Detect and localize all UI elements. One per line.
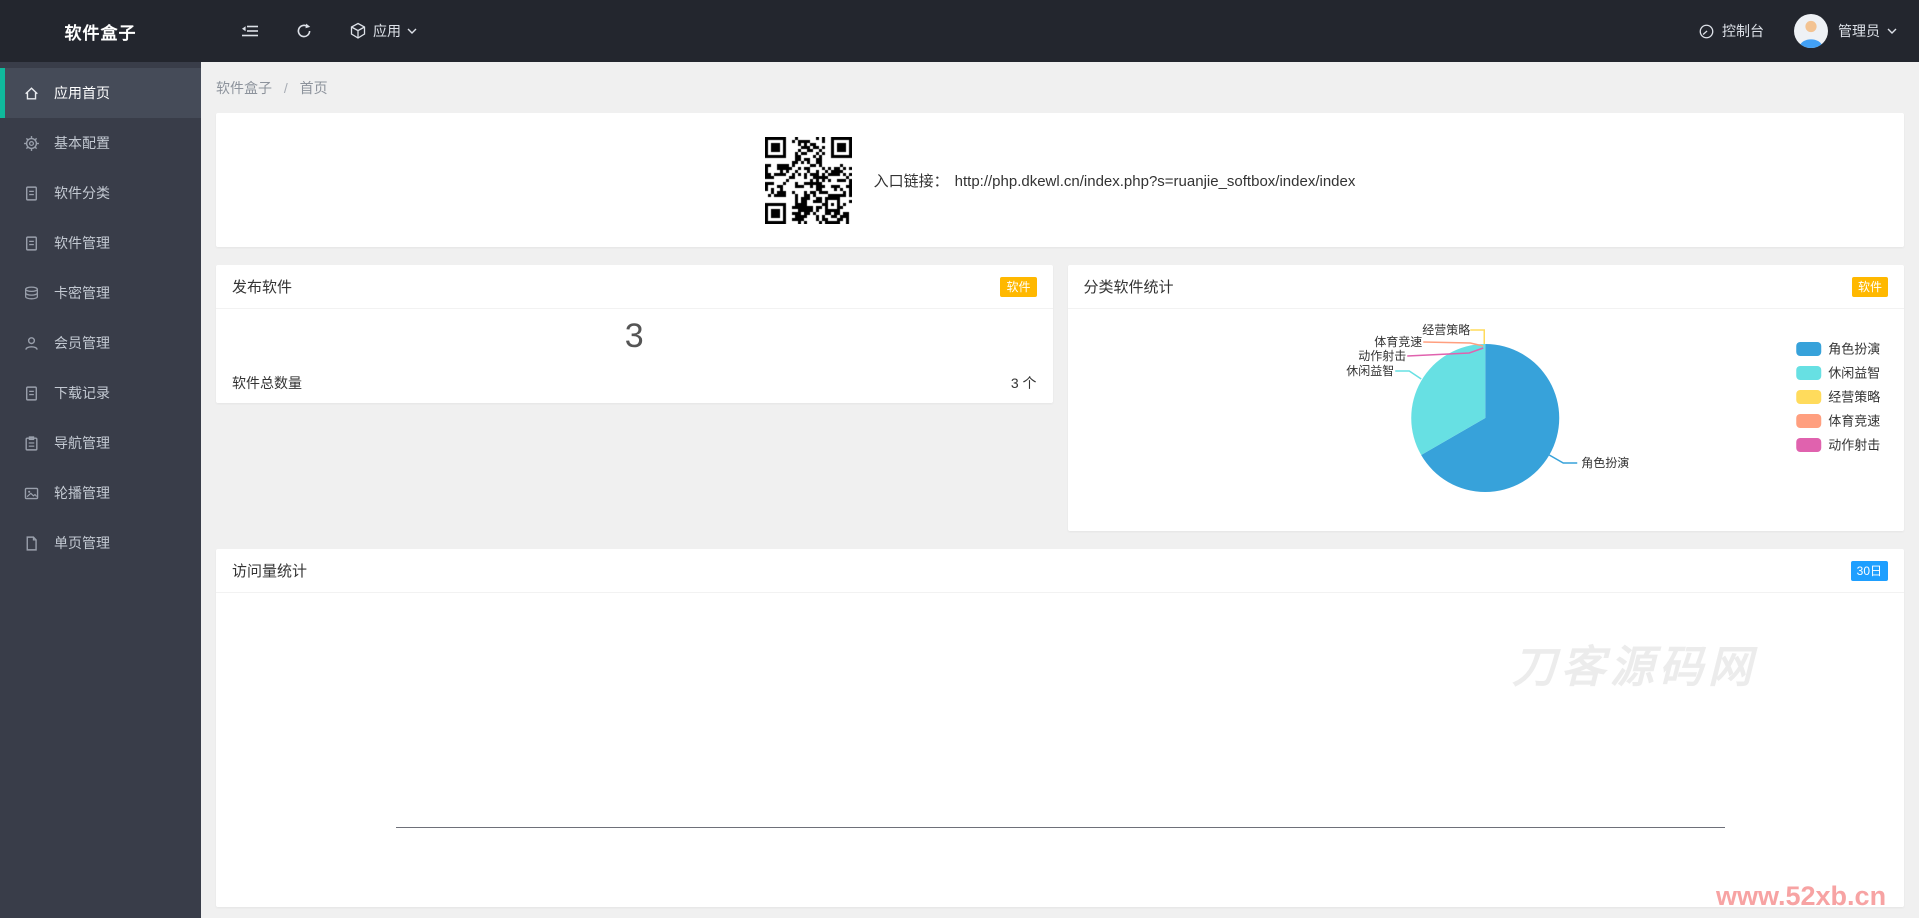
doc-icon <box>23 385 40 402</box>
legend-swatch <box>1795 366 1821 380</box>
sidebar-item-software-category[interactable]: 软件分类 <box>0 168 201 218</box>
topbar: 软件盒子 应用 控制台 管理员 <box>0 0 1919 62</box>
image-icon <box>23 485 40 502</box>
sidebar-item-label: 单页管理 <box>54 535 110 551</box>
software-total-label: 软件总数量 <box>232 375 302 391</box>
sidebar-item-single-page-manage[interactable]: 单页管理 <box>0 518 201 568</box>
legend-item-action-shooting[interactable]: 动作射击 <box>1795 438 1880 453</box>
sidebar-item-label: 下载记录 <box>54 385 110 401</box>
watermark-source-site: 刀客源码网 <box>1512 643 1757 692</box>
legend-label: 体育竞速 <box>1828 414 1880 429</box>
breadcrumb-separator: / <box>283 80 288 96</box>
entry-link-url: http://php.dkewl.cn/index.php?s=ruanjie_… <box>954 172 1356 190</box>
chevron-down-icon <box>407 28 417 34</box>
legend-item-sports-racing[interactable]: 体育竞速 <box>1795 414 1880 429</box>
legend-label: 角色扮演 <box>1828 342 1880 357</box>
qr-code-image <box>764 136 852 224</box>
console-button[interactable]: 控制台 <box>1698 21 1764 41</box>
legend-label: 动作射击 <box>1828 438 1880 453</box>
clipboard-icon <box>23 435 40 452</box>
breadcrumb-current: 首页 <box>299 80 328 96</box>
sidebar-item-carousel-manage[interactable]: 轮播管理 <box>0 468 201 518</box>
sidebar-item-download-records[interactable]: 下载记录 <box>0 368 201 418</box>
sidebar-item-software-manage[interactable]: 软件管理 <box>0 218 201 268</box>
software-total-number: 3 <box>624 317 644 355</box>
software-badge: 软件 <box>1000 276 1037 297</box>
entry-link-card: 入口链接： http://php.dkewl.cn/index.php?s=rua… <box>216 113 1904 247</box>
app-menu-label: 应用 <box>373 23 401 39</box>
person-icon <box>1794 14 1828 48</box>
x-axis-line <box>396 827 1725 828</box>
console-gauge-icon <box>1698 23 1715 40</box>
legend-swatch <box>1795 438 1821 452</box>
gear-icon <box>23 135 40 152</box>
category-stats-card: 分类软件统计 软件 经营策略 体育竞速 动作射击 休闲益智 角色扮演 角色扮演 … <box>1067 265 1904 531</box>
doc-icon <box>23 235 40 252</box>
card-title: 发布软件 <box>232 279 293 296</box>
sidebar-toggle-button[interactable] <box>241 23 259 39</box>
app-menu[interactable]: 应用 <box>349 21 417 41</box>
refresh-button[interactable] <box>295 22 313 40</box>
sidebar: 应用首页 基本配置 软件分类 软件管理 卡密管理 会员管理 下载记录 导航管理 <box>0 62 201 918</box>
sidebar-item-label: 卡密管理 <box>54 285 110 301</box>
legend-swatch <box>1795 390 1821 404</box>
category-pie-chart: 经营策略 体育竞速 动作射击 休闲益智 角色扮演 角色扮演 休闲益智 经营策略 <box>1346 322 1880 492</box>
sidebar-item-label: 应用首页 <box>54 85 110 101</box>
legend-item-casual-puzzle[interactable]: 休闲益智 <box>1795 366 1880 381</box>
entry-link: 入口链接： http://php.dkewl.cn/index.php?s=rua… <box>874 170 1356 191</box>
sidebar-item-member-manage[interactable]: 会员管理 <box>0 318 201 368</box>
pie-label-casual-puzzle: 休闲益智 <box>1346 363 1394 378</box>
card-title: 访问量统计 <box>232 563 308 580</box>
sidebar-item-basic-config[interactable]: 基本配置 <box>0 118 201 168</box>
refresh-icon <box>295 22 313 40</box>
visits-chart-area: 刀客源码网 www.52xb.cn <box>216 593 1904 911</box>
software-total-value: 3 个 <box>1010 375 1037 391</box>
software-badge: 软件 <box>1851 276 1888 297</box>
entry-link-label: 入口链接： <box>873 172 949 190</box>
avatar[interactable] <box>1794 14 1828 48</box>
pie-label-role-playing: 角色扮演 <box>1581 455 1629 470</box>
app-logo[interactable]: 软件盒子 <box>0 19 201 44</box>
label-line-casual-puzzle <box>1394 370 1422 380</box>
legend-swatch <box>1795 342 1821 356</box>
console-label: 控制台 <box>1722 23 1764 39</box>
pie-label-business-strategy: 经营策略 <box>1422 322 1470 337</box>
label-line-role-playing <box>1548 454 1577 464</box>
home-icon <box>23 85 40 102</box>
publish-software-card: 发布软件 软件 3 软件总数量 3 个 <box>216 265 1053 403</box>
visits-stats-card: 访问量统计 30日 刀客源码网 www.52xb.cn <box>216 549 1904 911</box>
user-menu[interactable]: 管理员 <box>1838 21 1897 41</box>
main-content: 软件盒子 / 首页 入口链接： http://php.dkewl.cn/index… <box>201 62 1919 911</box>
chevron-down-icon <box>1887 28 1897 34</box>
label-line-business-strategy <box>1469 329 1485 344</box>
pie-label-sports-racing: 体育竞速 <box>1374 334 1422 349</box>
menu-fold-icon <box>241 23 259 39</box>
period-badge: 30日 <box>1850 560 1888 581</box>
cube-icon <box>349 22 367 40</box>
sidebar-item-label: 导航管理 <box>54 435 110 451</box>
user-icon <box>23 335 40 352</box>
sidebar-item-label: 基本配置 <box>54 135 110 151</box>
pie-label-action-shooting: 动作射击 <box>1358 348 1406 363</box>
legend-item-business-strategy[interactable]: 经营策略 <box>1795 390 1880 405</box>
breadcrumb-root[interactable]: 软件盒子 <box>216 80 272 96</box>
sidebar-item-nav-manage[interactable]: 导航管理 <box>0 418 201 468</box>
breadcrumb: 软件盒子 / 首页 <box>216 76 1904 100</box>
sidebar-item-card-key-manage[interactable]: 卡密管理 <box>0 268 201 318</box>
watermark-site-url: www.52xb.cn <box>1716 881 1887 911</box>
legend-label: 休闲益智 <box>1828 366 1880 381</box>
legend-item-role-playing[interactable]: 角色扮演 <box>1795 342 1880 357</box>
legend-swatch <box>1795 414 1821 428</box>
sidebar-item-label: 软件分类 <box>54 185 110 201</box>
legend-label: 经营策略 <box>1828 390 1880 405</box>
doc-icon <box>23 185 40 202</box>
sidebar-item-app-home[interactable]: 应用首页 <box>0 68 201 118</box>
file-icon <box>23 535 40 552</box>
user-menu-label: 管理员 <box>1838 23 1880 39</box>
layers-icon <box>23 285 40 302</box>
card-title: 分类软件统计 <box>1083 279 1174 296</box>
sidebar-item-label: 会员管理 <box>54 335 110 351</box>
sidebar-item-label: 轮播管理 <box>54 485 110 501</box>
sidebar-item-label: 软件管理 <box>54 235 110 251</box>
